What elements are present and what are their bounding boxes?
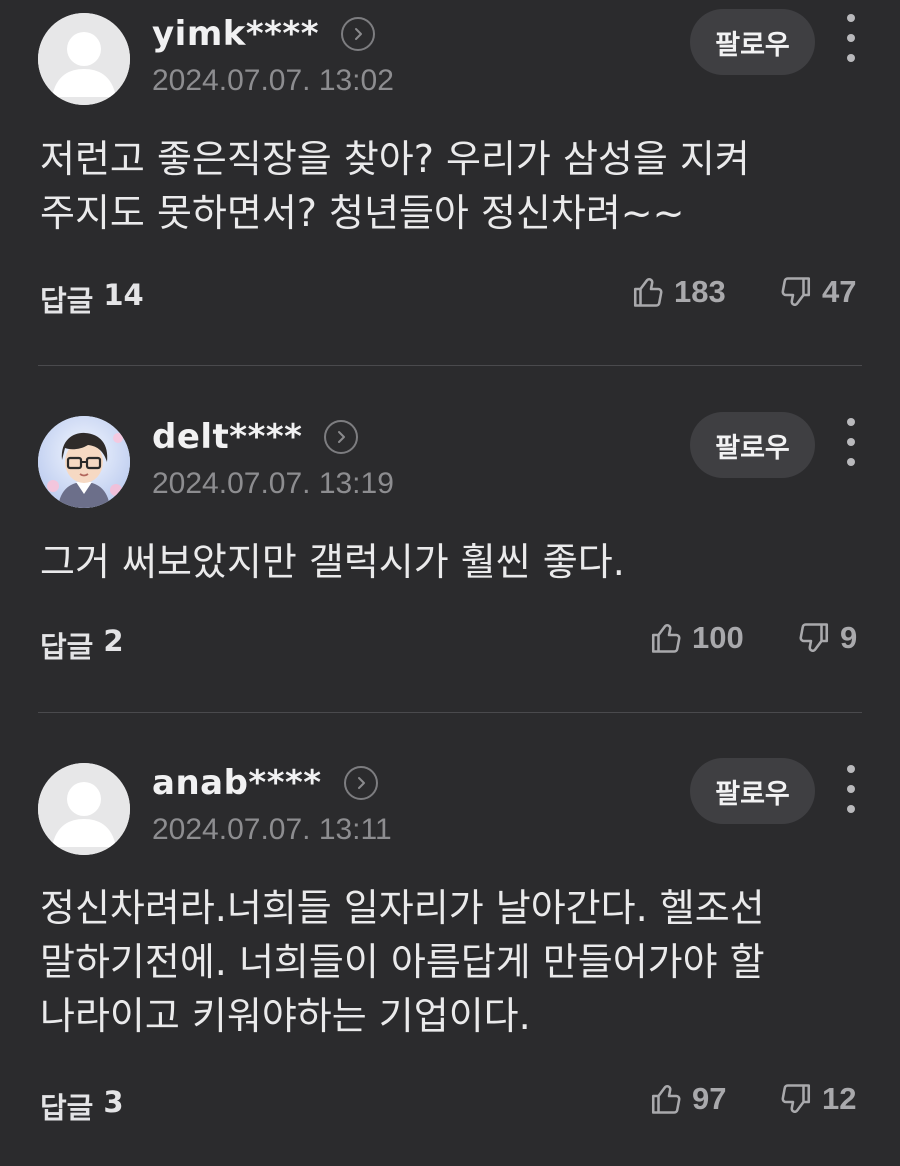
thumbs-up-icon (651, 1085, 681, 1114)
dislike-count: 12 (822, 1081, 857, 1116)
avatar[interactable] (38, 416, 130, 508)
like-count: 97 (692, 1081, 727, 1116)
comment-timestamp: 2024.07.07. 13:02 (152, 64, 394, 97)
more-vertical-icon[interactable] (838, 418, 864, 466)
comment-body: 저런고 좋은직장을 찾아? 우리가 삼성을 지켜 주지도 못하면서? 청년들아 … (40, 137, 750, 235)
comment-body: 정신차려라.너희들 일자리가 날아간다. 헬조선 말하기전에. 너희들이 아름답… (40, 886, 765, 1038)
comment-timestamp: 2024.07.07. 13:11 (152, 813, 392, 846)
avatar[interactable] (38, 763, 130, 855)
reply-button[interactable]: 답글 2 (40, 624, 124, 666)
reply-button[interactable]: 답글 14 (40, 278, 144, 320)
dislike-button[interactable]: 47 (778, 274, 856, 310)
dislike-count: 47 (822, 274, 857, 309)
avatar[interactable] (38, 13, 130, 105)
more-vertical-icon[interactable] (838, 14, 864, 62)
default-avatar-icon (38, 13, 130, 105)
comment-feed: yimk**** 2024.07.07. 13:02 팔로우 저런고 좋은직장을… (0, 0, 900, 1166)
username-row: delt**** (152, 417, 359, 457)
dislike-button[interactable]: 9 (796, 620, 857, 656)
reply-count: 3 (103, 1085, 124, 1119)
comment-item: delt**** 2024.07.07. 13:19 팔로우 그거 써보았지만 … (0, 366, 900, 713)
like-count: 100 (692, 620, 744, 655)
reply-label: 답글 (40, 630, 94, 664)
chevron-right-icon[interactable] (324, 420, 359, 454)
reply-count: 2 (103, 624, 124, 658)
chevron-right-icon[interactable] (343, 766, 378, 800)
username[interactable]: yimk**** (152, 14, 319, 54)
dislike-count: 9 (840, 620, 858, 655)
reply-label: 답글 (40, 1091, 94, 1125)
default-avatar-icon (38, 763, 130, 855)
dislike-button[interactable]: 12 (778, 1081, 856, 1117)
like-button[interactable]: 183 (630, 274, 726, 310)
comment-body: 그거 써보았지만 갤럭시가 훨씬 좋다. (40, 540, 625, 584)
thumbs-down-icon (799, 623, 829, 652)
comment-item: anab**** 2024.07.07. 13:11 팔로우 정신차려라.너희들… (0, 713, 900, 1166)
username[interactable]: anab**** (152, 763, 322, 803)
follow-button[interactable]: 팔로우 (690, 758, 815, 824)
thumbs-down-icon (781, 277, 811, 306)
username-row: anab**** (152, 763, 378, 803)
reply-button[interactable]: 답글 3 (40, 1085, 124, 1127)
thumbs-up-icon (651, 624, 681, 653)
follow-button[interactable]: 팔로우 (690, 9, 815, 75)
like-button[interactable]: 100 (648, 620, 744, 656)
like-count: 183 (674, 274, 726, 309)
reply-count: 14 (103, 278, 144, 312)
chevron-right-icon[interactable] (340, 17, 375, 51)
reply-label: 답글 (40, 284, 94, 318)
follow-button[interactable]: 팔로우 (690, 412, 815, 478)
comment-timestamp: 2024.07.07. 13:19 (152, 467, 394, 500)
cartoon-avatar-icon (38, 416, 130, 508)
thumbs-down-icon (781, 1084, 811, 1113)
more-vertical-icon[interactable] (838, 765, 864, 813)
username[interactable]: delt**** (152, 417, 302, 457)
like-button[interactable]: 97 (648, 1081, 726, 1117)
comment-item: yimk**** 2024.07.07. 13:02 팔로우 저런고 좋은직장을… (0, 0, 900, 366)
username-row: yimk**** (152, 14, 375, 54)
thumbs-up-icon (633, 278, 663, 307)
